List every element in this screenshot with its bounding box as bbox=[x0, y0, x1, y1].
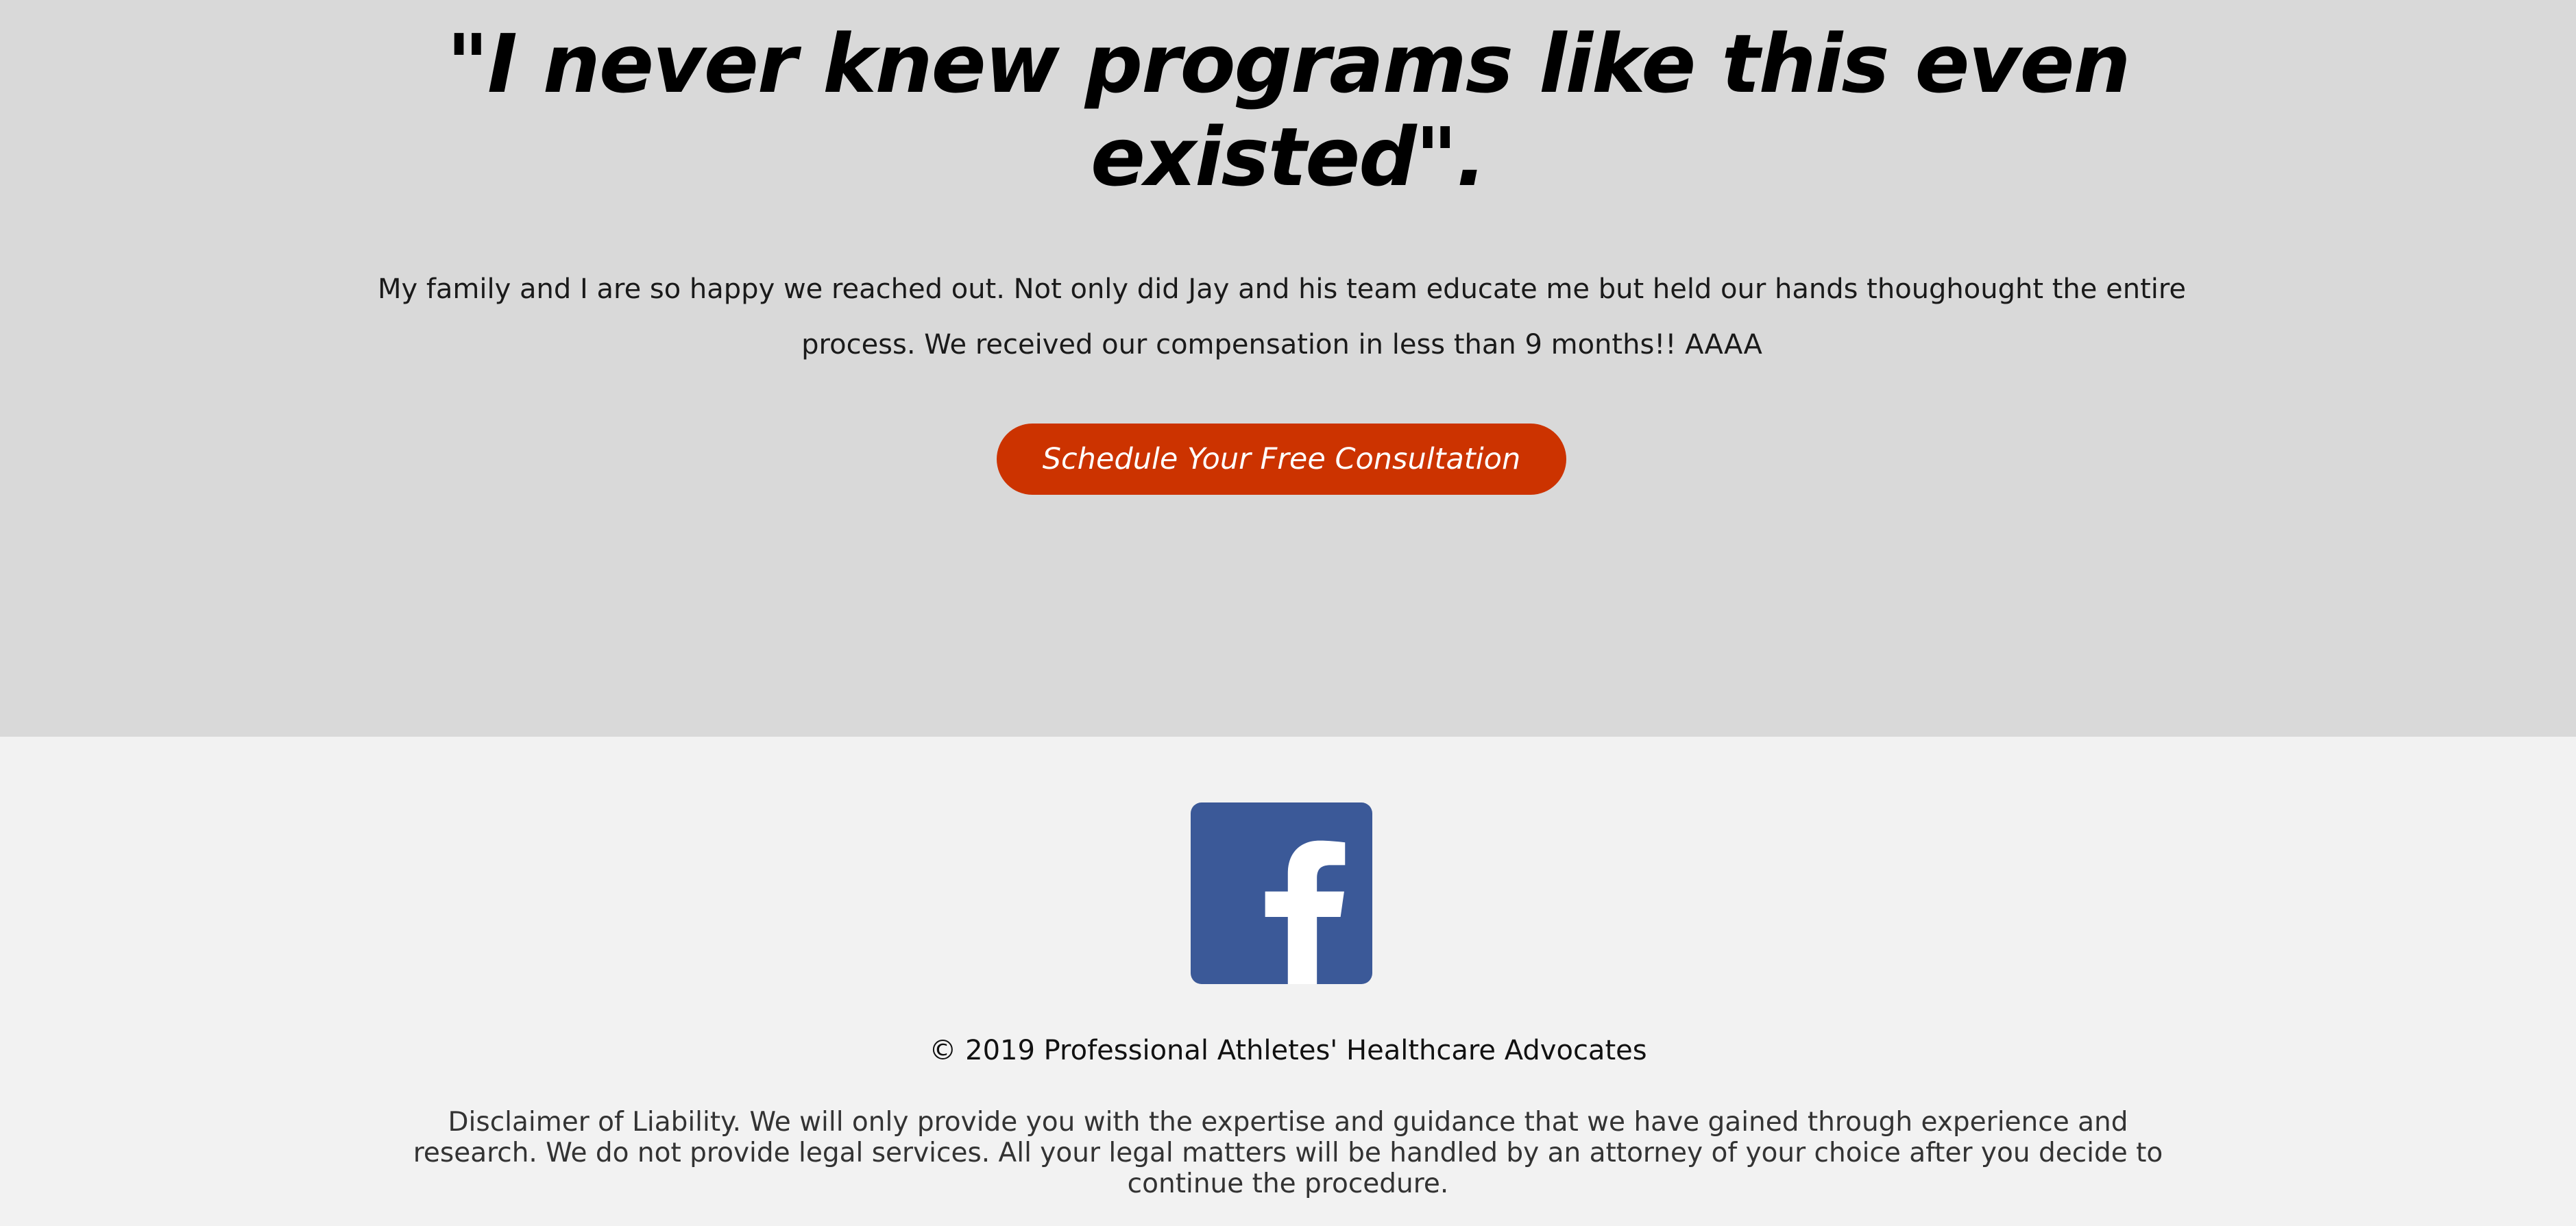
copyright-text: © 2019 Professional Athletes' Healthcare… bbox=[929, 1035, 1647, 1066]
testimonial-quote-title: "I never knew programs like this even ex… bbox=[446, 16, 2130, 204]
disclaimer-text: Disclaimer of Liability. We will only pr… bbox=[413, 1107, 2163, 1199]
testimonial-section: "I never knew programs like this even ex… bbox=[0, 0, 2576, 737]
schedule-consultation-label: Schedule Your Free Consultation bbox=[1042, 442, 1521, 476]
facebook-link[interactable] bbox=[1191, 802, 1372, 984]
schedule-consultation-button[interactable]: Schedule Your Free Consultation bbox=[997, 424, 1566, 495]
testimonial-quote-body: My family and I are so happy we reached … bbox=[377, 273, 2187, 360]
facebook-icon bbox=[1191, 802, 1372, 984]
site-footer: © 2019 Professional Athletes' Healthcare… bbox=[0, 737, 2576, 1226]
